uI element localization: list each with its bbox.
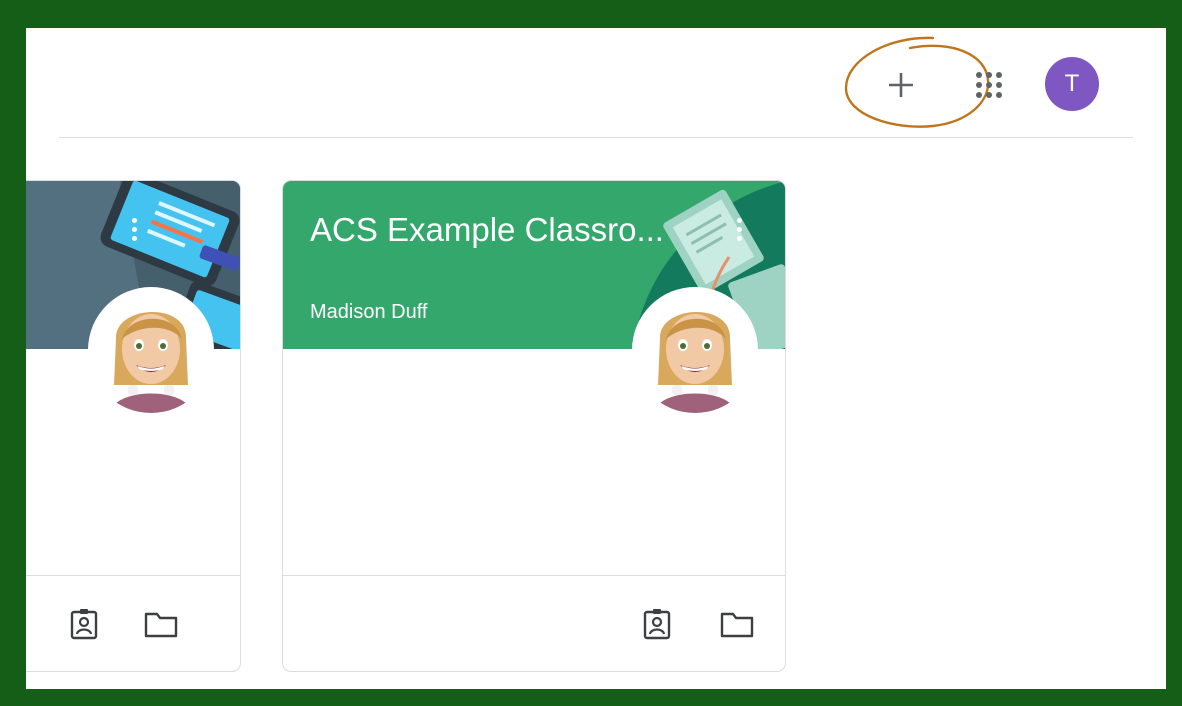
open-class-drive-folder-button[interactable]: [717, 604, 757, 644]
bitmoji-avatar-image: [110, 311, 192, 413]
open-your-work-button[interactable]: [637, 604, 677, 644]
class-card[interactable]: [26, 180, 241, 672]
teacher-profile-photo: [88, 287, 214, 413]
teacher-profile-photo: [632, 287, 758, 413]
header-divider: [59, 137, 1133, 138]
account-avatar-button[interactable]: T: [1045, 57, 1099, 111]
open-class-drive-folder-button[interactable]: [141, 604, 181, 644]
class-name-link[interactable]: ACS Example Classro...: [310, 211, 690, 249]
account-initial: T: [1064, 70, 1080, 97]
google-apps-button[interactable]: [966, 62, 1012, 108]
more-options-button[interactable]: [727, 211, 751, 247]
more-options-button[interactable]: [122, 211, 146, 247]
google-apps-grid-icon: [976, 72, 1002, 98]
teacher-name: Madison Duff: [310, 301, 428, 323]
bitmoji-avatar-image: [654, 311, 736, 413]
folder-icon: [144, 612, 178, 638]
folder-icon: [720, 612, 754, 638]
class-card[interactable]: ACS Example Classro... Madison Duff: [282, 180, 786, 672]
assignment-ind-icon: [70, 609, 98, 640]
create-or-join-class-button[interactable]: [878, 62, 924, 108]
assignment-ind-icon: [643, 609, 671, 640]
class-card-footer: [26, 575, 240, 671]
top-app-bar: T: [26, 28, 1166, 138]
class-card-footer: [283, 575, 785, 671]
open-your-work-button[interactable]: [64, 604, 104, 644]
classroom-window: T ACS Example Classro... Madison Duff: [26, 28, 1166, 689]
plus-icon: [889, 73, 913, 97]
